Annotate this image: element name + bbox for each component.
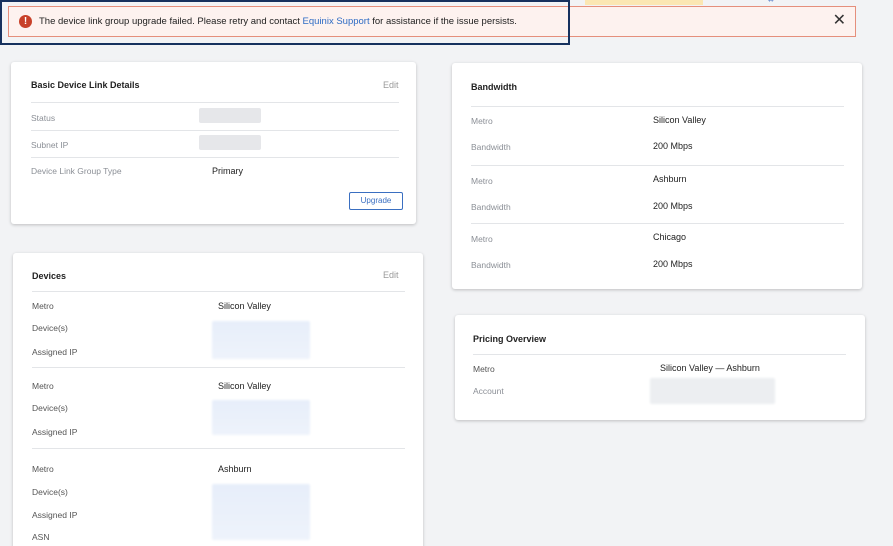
subnet-ip-value-redacted xyxy=(199,135,261,150)
group-type-label: Device Link Group Type xyxy=(31,166,122,176)
account-label: Account xyxy=(473,386,504,396)
metro-value: Chicago xyxy=(653,232,687,242)
bandwidth-value: 200 Mbps xyxy=(653,141,693,151)
metro-value: Ashburn xyxy=(218,464,252,474)
divider xyxy=(32,448,405,449)
pricing-card: Pricing Overview Metro Silicon Valley — … xyxy=(455,315,865,420)
metro-label: Metro xyxy=(473,364,495,374)
devices-label: Device(s) xyxy=(32,323,68,333)
bandwidth-value: 200 Mbps xyxy=(653,259,693,269)
metro-label: Metro xyxy=(32,381,54,391)
devices-title: Devices xyxy=(32,271,67,281)
metro-value: Silicon Valley xyxy=(653,115,706,125)
bandwidth-value: 200 Mbps xyxy=(653,201,693,211)
bandwidth-label: Bandwidth xyxy=(471,202,511,212)
upgrade-button[interactable]: Upgrade xyxy=(349,192,403,210)
pricing-title: Pricing Overview xyxy=(473,334,547,344)
divider xyxy=(31,157,399,158)
metro-value: Silicon Valley xyxy=(218,301,271,311)
devices-card: Devices Edit Metro Silicon Valley Device… xyxy=(13,253,423,546)
close-icon[interactable]: ✕ xyxy=(833,11,846,31)
divider xyxy=(32,367,405,368)
account-value-redacted xyxy=(650,378,775,404)
bandwidth-label: Bandwidth xyxy=(471,142,511,152)
assigned-ip-label: Assigned IP xyxy=(32,427,78,437)
bandwidth-title: Bandwidth xyxy=(471,82,517,92)
device-value-redacted xyxy=(212,400,310,435)
basic-details-edit-link[interactable]: Edit xyxy=(383,80,399,90)
assigned-ip-label: Assigned IP xyxy=(32,347,78,357)
divider xyxy=(471,106,844,107)
divider xyxy=(471,165,844,166)
divider xyxy=(32,291,405,292)
bandwidth-label: Bandwidth xyxy=(471,260,511,270)
metro-label: Metro xyxy=(471,116,493,126)
asn-label: ASN xyxy=(32,532,50,542)
divider xyxy=(31,102,399,103)
device-value-redacted xyxy=(212,321,310,359)
status-value-redacted xyxy=(199,108,261,123)
metro-label: Metro xyxy=(32,464,54,474)
device-value-redacted xyxy=(212,484,310,540)
metro-value: Silicon Valley xyxy=(218,381,271,391)
subnet-ip-label: Subnet IP xyxy=(31,140,69,150)
divider xyxy=(473,354,846,355)
focus-outline xyxy=(0,0,570,45)
devices-label: Device(s) xyxy=(32,403,68,413)
divider xyxy=(31,130,399,131)
metro-label: Metro xyxy=(32,301,54,311)
status-label: Status xyxy=(31,113,56,123)
divider xyxy=(471,223,844,224)
assigned-ip-label: Assigned IP xyxy=(32,510,78,520)
metro-label: Metro xyxy=(471,234,493,244)
metro-value: Silicon Valley — Ashburn xyxy=(660,363,760,373)
devices-label: Device(s) xyxy=(32,487,68,497)
basic-details-title: Basic Device Link Details xyxy=(31,80,140,90)
top-banner-strip xyxy=(585,0,703,5)
metro-label: Metro xyxy=(471,176,493,186)
devices-edit-link[interactable]: Edit xyxy=(383,270,399,280)
group-type-value: Primary xyxy=(212,166,243,176)
metro-value: Ashburn xyxy=(653,174,687,184)
basic-details-card: Basic Device Link Details Edit Status Su… xyxy=(11,62,416,224)
bandwidth-card: Bandwidth Metro Silicon Valley Bandwidth… xyxy=(452,63,862,289)
